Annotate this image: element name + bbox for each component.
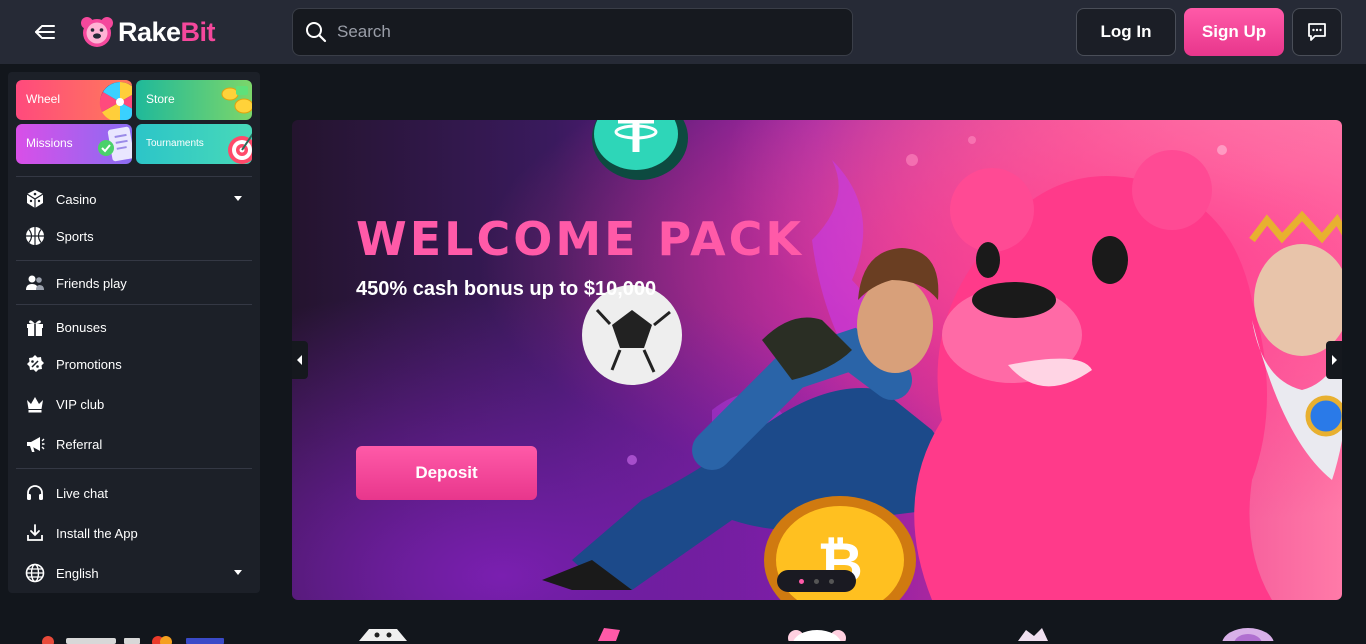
brand-name: RakeBit — [118, 16, 216, 48]
basketball-icon — [24, 225, 46, 247]
carousel-next-button[interactable] — [1326, 341, 1342, 379]
bear-logo-icon — [81, 17, 113, 47]
bear-category-icon — [788, 630, 846, 641]
bottom-strip — [0, 618, 1366, 644]
chat-button[interactable] — [1292, 8, 1342, 56]
quick-tiles: Wheel Store Missions Tournaments — [16, 80, 252, 164]
hero-subtitle: 450% cash bonus up to $10,000 — [356, 278, 657, 300]
wheel-icon — [99, 82, 132, 120]
sidebar-item-friends-play[interactable]: Friends play — [16, 268, 252, 298]
slots-category-icon — [598, 628, 620, 641]
sidebar-divider — [16, 468, 252, 469]
sidebar-item-sports[interactable]: Sports — [16, 221, 252, 251]
headset-icon — [24, 482, 46, 504]
missions-tile-label: Missions — [26, 136, 73, 150]
carousel-dot[interactable] — [814, 578, 819, 584]
sidebar-item-vip-club[interactable]: VIP club — [16, 389, 252, 419]
carousel-dot[interactable] — [829, 578, 834, 584]
tournaments-tile-label: Tournaments — [146, 138, 204, 149]
missions-tile[interactable]: Missions — [16, 124, 132, 164]
hero-title: WELCOME PACK — [356, 212, 805, 266]
tether-coin-icon — [592, 120, 688, 180]
brand-logo[interactable]: RakeBit — [80, 14, 216, 50]
sidebar-item-label: Sports — [56, 228, 94, 244]
download-icon — [24, 522, 46, 544]
brand-name-part1: Rake — [118, 16, 181, 47]
chevron-down-icon[interactable] — [234, 196, 242, 201]
dice-icon — [24, 188, 46, 210]
sidebar-item-label: Casino — [56, 191, 97, 207]
sidebar-item-label: Bonuses — [56, 319, 107, 335]
wheel-tile-label: Wheel — [26, 92, 61, 106]
sidebar-item-label: Install the App — [56, 525, 138, 541]
sidebar-item-install-app[interactable]: Install the App — [16, 518, 252, 548]
hero-banner[interactable]: ₿ WELCOME PACK 450% cash bonus up to $10… — [292, 120, 1342, 600]
sidebar-item-label: Friends play — [56, 275, 127, 291]
search-input[interactable] — [337, 22, 817, 42]
sidebar-divider — [16, 260, 252, 261]
sidebar-item-label: Promotions — [56, 356, 122, 372]
coins-icon — [221, 86, 252, 114]
sidebar-item-referral[interactable]: Referral — [16, 429, 252, 459]
friends-icon — [24, 272, 46, 294]
wheel-tile[interactable]: Wheel — [16, 80, 132, 120]
store-tile-label: Store — [146, 92, 175, 106]
globe-icon — [24, 562, 46, 584]
sidebar-divider — [16, 304, 252, 305]
chevron-down-icon[interactable] — [234, 570, 242, 575]
sidebar-item-label: English — [56, 565, 99, 581]
chat-icon — [1308, 23, 1326, 41]
live-category-icon — [1222, 628, 1274, 641]
sidebar-item-label: VIP club — [56, 396, 105, 412]
collapse-menu-icon[interactable] — [30, 20, 58, 44]
checklist-icon — [98, 126, 132, 162]
chevron-right-icon — [1332, 355, 1337, 365]
discount-tag-icon — [24, 353, 46, 375]
dice-category-icon — [359, 629, 407, 641]
sidebar: Wheel Store Missions Tournaments Casino … — [8, 72, 260, 593]
sidebar-item-label: Live chat — [56, 485, 109, 501]
sidebar-item-promotions[interactable]: Promotions — [16, 349, 252, 379]
cards-category-icon — [1018, 628, 1048, 641]
search-icon — [306, 22, 327, 43]
target-icon — [228, 133, 252, 164]
payment-logos — [42, 636, 224, 644]
sidebar-item-live-chat[interactable]: Live chat — [16, 478, 252, 508]
hero-artwork: ₿ — [542, 120, 1342, 600]
login-button[interactable]: Log In — [1076, 8, 1176, 56]
top-header: RakeBit Log In Sign Up — [0, 0, 1366, 64]
carousel-dot[interactable] — [799, 578, 804, 584]
sidebar-divider — [16, 176, 252, 177]
gift-icon — [24, 316, 46, 338]
store-tile[interactable]: Store — [136, 80, 252, 120]
carousel-pagination — [777, 570, 856, 592]
pink-bear-mascot — [914, 150, 1272, 600]
megaphone-icon — [24, 433, 46, 455]
sidebar-item-casino[interactable]: Casino — [16, 184, 252, 214]
signup-button[interactable]: Sign Up — [1184, 8, 1284, 56]
carousel-prev-button[interactable] — [292, 341, 308, 379]
brand-name-part2: Bit — [180, 16, 216, 47]
crown-icon — [24, 393, 46, 415]
chevron-left-icon — [297, 355, 302, 365]
sidebar-item-label: Referral — [56, 436, 103, 452]
tournaments-tile[interactable]: Tournaments — [136, 124, 252, 164]
sidebar-item-bonuses[interactable]: Bonuses — [16, 312, 252, 342]
deposit-button[interactable]: Deposit — [356, 446, 537, 500]
search-box[interactable] — [292, 8, 853, 56]
sidebar-item-language[interactable]: English — [16, 558, 252, 588]
